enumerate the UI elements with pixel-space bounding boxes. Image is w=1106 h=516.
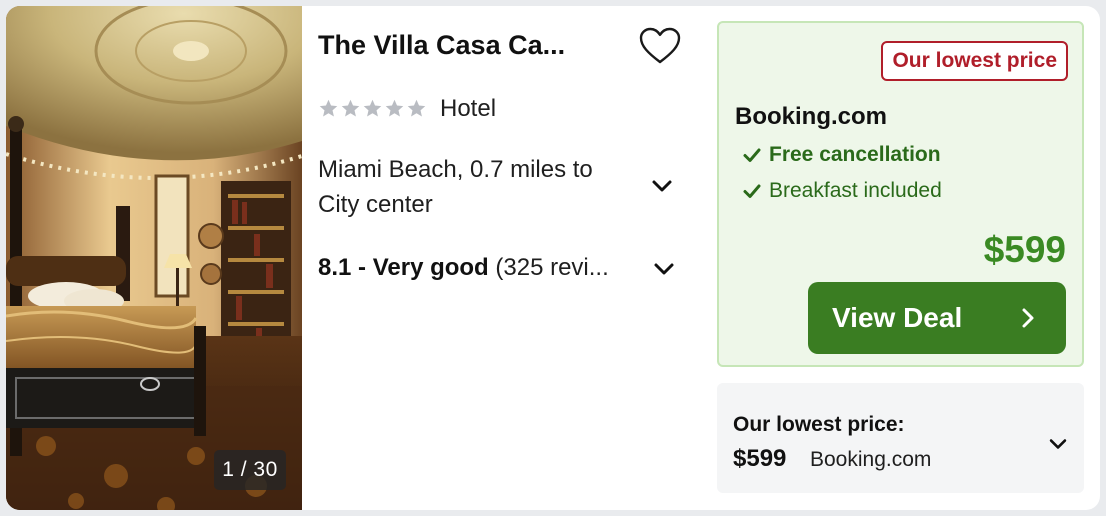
rating-expand-button[interactable] [649, 254, 679, 284]
heart-outline-icon [639, 27, 681, 64]
lowest-price-badge: Our lowest price [881, 41, 1068, 81]
checkmark-icon [743, 148, 761, 162]
summary-expand-button[interactable] [1045, 431, 1075, 461]
photo-counter: 1 / 30 [214, 450, 286, 490]
property-type: Hotel [440, 95, 497, 122]
amenity-label: Breakfast included [769, 179, 942, 202]
hotel-location: Miami Beach, 0.7 miles to City center [318, 156, 593, 218]
view-deal-button[interactable]: View Deal [808, 282, 1066, 354]
amenity-free-cancellation: Free cancellation [741, 143, 941, 167]
hotel-result-card: 1 / 30 The Villa Casa Ca... Hotel Miami … [6, 6, 1100, 510]
top-deal-box[interactable]: Our lowest price Booking.com Free cancel… [717, 21, 1084, 367]
summary-provider: Booking.com [810, 448, 932, 471]
amenity-label: Free cancellation [769, 143, 941, 166]
review-rating: 8.1 - Very good (325 revi... [318, 254, 648, 282]
summary-heading: Our lowest price: [733, 413, 905, 436]
deal-price: $599 [983, 229, 1066, 270]
star-icon [385, 99, 404, 117]
hotel-room-photo [6, 6, 302, 510]
hotel-name[interactable]: The Villa Casa Ca... [318, 30, 618, 61]
view-deal-label: View Deal [832, 302, 963, 333]
star-icon [407, 99, 426, 117]
amenity-breakfast: Breakfast included [741, 179, 942, 203]
chevron-down-icon [654, 263, 674, 275]
chevron-down-icon [1049, 439, 1067, 449]
chevron-right-icon [1022, 308, 1034, 328]
star-rating [318, 98, 427, 122]
location-expand-button[interactable] [647, 171, 677, 201]
chevron-down-icon [652, 180, 672, 192]
star-icon [319, 99, 338, 117]
checkmark-icon [743, 184, 761, 198]
rating-score: 8.1 - Very good [318, 254, 489, 281]
deal-provider: Booking.com [735, 103, 888, 130]
summary-price: $599 [733, 445, 787, 472]
lowest-price-summary[interactable]: Our lowest price: $599 Booking.com [717, 383, 1084, 493]
hotel-photo[interactable]: 1 / 30 [6, 6, 302, 510]
review-count: (325 revi... [495, 254, 609, 281]
star-icon [363, 99, 382, 117]
favorite-button[interactable] [638, 26, 682, 66]
star-icon [341, 99, 360, 117]
